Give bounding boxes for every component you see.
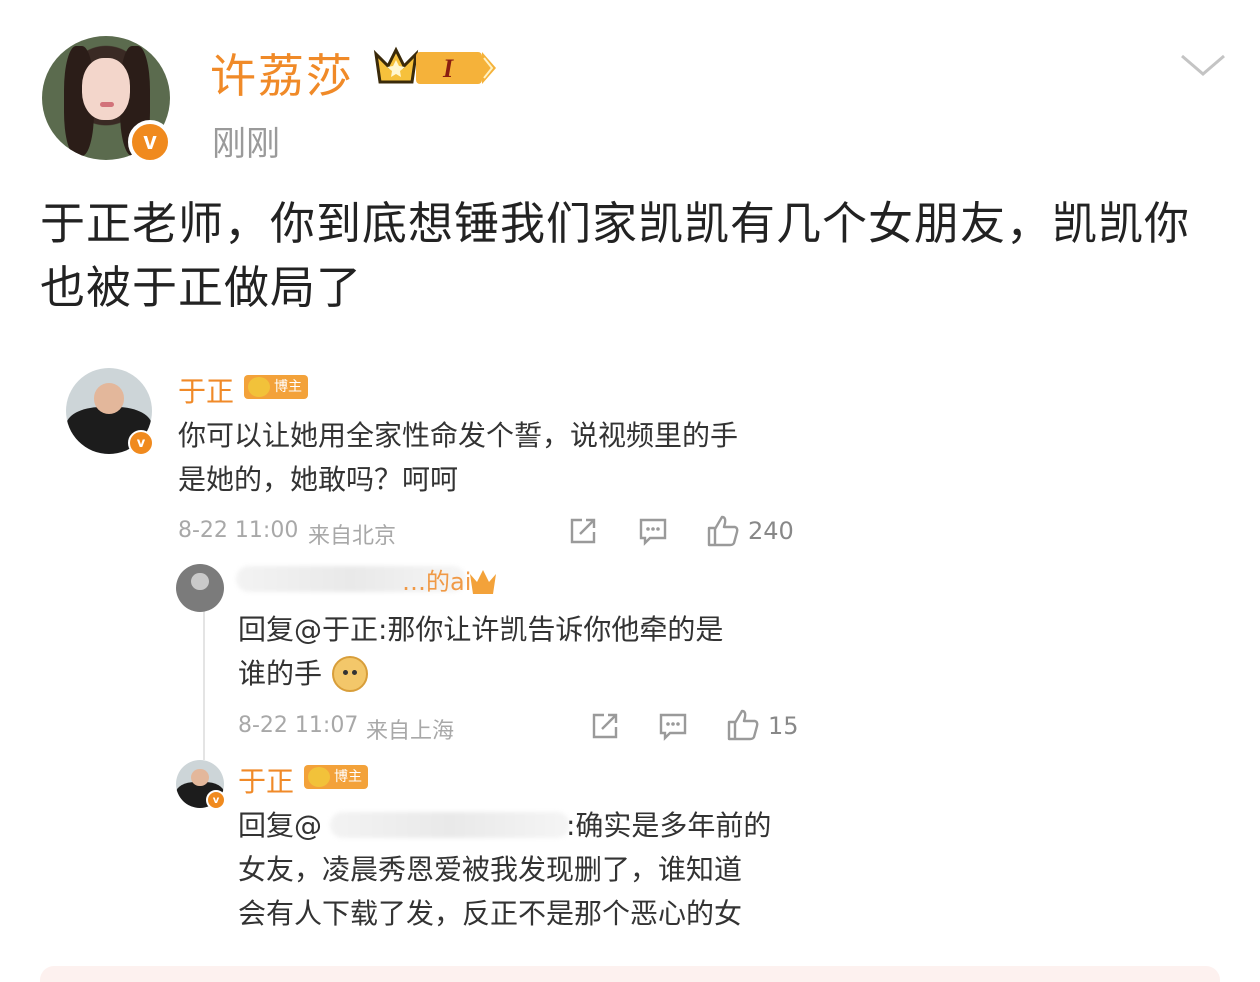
bottom-action-bar — [40, 966, 1220, 982]
author-tag-badge: 博主 — [304, 765, 368, 789]
replier-name-visible[interactable]: …的ai — [402, 562, 471, 597]
share-icon[interactable] — [568, 516, 598, 546]
reply-text-line: 会有人下载了发，反正不是那个恶心的女 — [238, 897, 743, 930]
thumbs-up-icon[interactable] — [706, 514, 740, 548]
reply-text-line: 谁的手 — [238, 657, 323, 690]
comment-icon[interactable] — [638, 516, 668, 546]
svg-text:I: I — [442, 54, 454, 83]
post-timestamp: 刚刚 — [212, 124, 280, 164]
post-body-text: 于正老师，你到底想锤我们家凯凯有几个女朋友，凯凯你也被于正做局了 — [40, 197, 1191, 314]
crown-icon — [470, 570, 496, 594]
share-icon[interactable] — [590, 711, 620, 741]
like-count: 240 — [748, 517, 794, 545]
reply-text-line: 回复@于正:那你让许凯告诉你他牵的是 — [238, 613, 724, 646]
comment-text-line: 是她的，她敢吗？呵呵 — [178, 463, 459, 496]
comment-text-line: 你可以让她用全家性命发个誓，说视频里的手 — [178, 419, 739, 452]
author-tag-badge: 博主 — [244, 375, 308, 399]
verified-badge-icon: v — [128, 120, 172, 164]
member-crown-badge-icon[interactable]: I — [372, 44, 502, 90]
commenter-name[interactable]: 于正 — [178, 370, 234, 410]
comment-time: 8-22 11:00 — [178, 518, 299, 543]
reply-text-line: 女友，凌晨秀恩爱被我发现删了，谁知道 — [238, 853, 743, 886]
thread-connector-line — [203, 600, 205, 760]
reply-text-line: :确实是多年前的 — [566, 809, 772, 842]
reply-time: 8-22 11:07 — [238, 713, 359, 738]
reply-text-prefix: 回复@ — [238, 809, 323, 842]
like-count: 15 — [768, 712, 799, 740]
doge-emoji-icon — [332, 656, 368, 692]
verified-badge-icon: v — [128, 430, 154, 456]
blurred-mention — [330, 812, 570, 838]
thumbs-up-icon[interactable] — [726, 708, 760, 742]
comment-icon[interactable] — [658, 711, 688, 741]
author-name[interactable]: 许荔莎 — [210, 40, 354, 106]
comment-location: 来自北京 — [308, 524, 397, 549]
replier-name[interactable]: 于正 — [238, 760, 294, 800]
chevron-down-icon[interactable] — [1178, 50, 1228, 80]
replier-avatar[interactable] — [176, 564, 224, 612]
verified-badge-icon: v — [206, 790, 226, 810]
reply-location: 来自上海 — [366, 719, 455, 744]
